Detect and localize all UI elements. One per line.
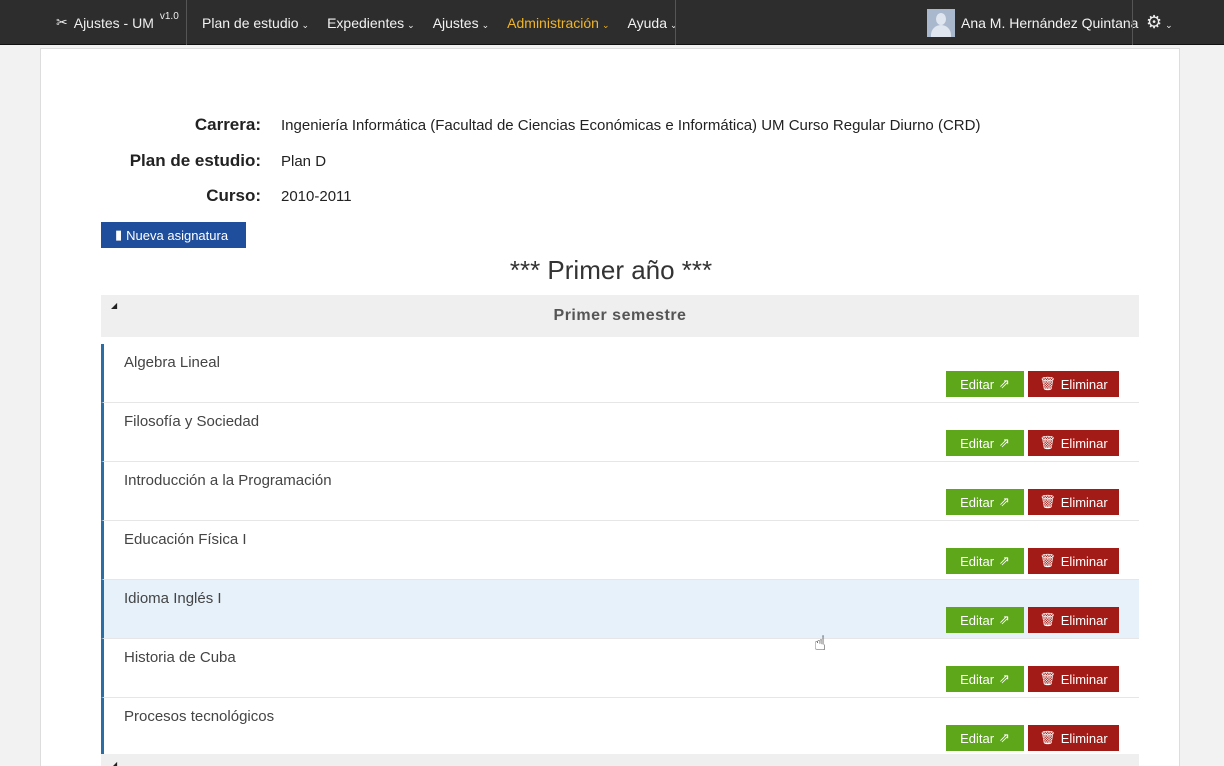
semester-header-next[interactable]: ◢ [101,754,1139,766]
share-icon: ⇗ [999,730,1010,745]
trash-icon: 🗑 [1039,553,1056,568]
user-name: Ana M. Hernández Quintana [961,14,1139,31]
delete-button[interactable]: 🗑 Eliminar [1028,666,1119,692]
menu-label: Ayuda [627,14,667,31]
share-icon: ⇗ [999,494,1010,509]
subject-row: Filosofía y Sociedad Editar ⇗ 🗑 Eliminar [101,403,1139,462]
share-icon: ⇗ [999,435,1010,450]
semester-title: Primer semestre [553,307,687,324]
version-label: v1.0 [159,11,179,22]
edit-button[interactable]: Editar ⇗ [946,607,1024,633]
collapse-triangle-icon[interactable]: ◢ [111,760,117,766]
menu-expedientes[interactable]: Expedientes ⌄ [327,0,415,45]
plan-label: Plan de estudio: [129,151,261,170]
subject-name: Idioma Inglés I [124,590,222,607]
menu-ajustes[interactable]: Ajustes ⌄ [433,0,489,45]
trash-icon: 🗑 [1039,671,1056,686]
edit-button[interactable]: Editar ⇗ [946,489,1024,515]
year-title: *** Primer año *** [509,255,713,285]
chevron-down-icon: ⌄ [407,20,415,30]
trash-icon: 🗑 [1039,376,1056,391]
share-icon: ⇗ [999,553,1010,568]
subject-row: Educación Física I Editar ⇗ 🗑 Eliminar [101,521,1139,580]
plan-row: Plan de estudio: Plan D [101,151,326,171]
curso-row: Curso: 2010-2011 [101,186,352,206]
carrera-row: Carrera: Ingeniería Informática (Faculta… [101,115,981,135]
share-icon: ⇗ [999,671,1010,686]
plan-value: Plan D [281,152,327,170]
subject-name: Educación Física I [124,531,247,548]
subject-row: Historia de Cuba Editar ⇗ 🗑 Eliminar [101,639,1139,698]
subject-row: Idioma Inglés I Editar ⇗ 🗑 Eliminar [101,580,1139,639]
delete-button[interactable]: 🗑 Eliminar [1028,725,1119,751]
edit-button[interactable]: Editar ⇗ [946,725,1024,751]
nav-divider [675,0,676,45]
nav-divider [186,0,187,45]
content-panel: Carrera: Ingeniería Informática (Faculta… [40,48,1180,766]
menu-ayuda[interactable]: Ayuda ⌄ [628,0,678,45]
subject-name: Filosofía y Sociedad [124,413,260,430]
subject-name: Algebra Lineal [124,354,220,371]
curso-value: 2010-2011 [281,187,352,205]
brand[interactable]: ✂ Ajustes - UM v1.0 [56,0,179,45]
trash-icon: 🗑 [1039,612,1056,627]
avatar [927,8,955,37]
edit-button[interactable]: Editar ⇗ [946,371,1024,397]
brand-name: Ajustes - UM [73,14,154,31]
share-icon: ⇗ [999,612,1010,627]
chevron-down-icon: ⌄ [481,20,490,30]
new-subject-label: Nueva asignatura [126,227,229,243]
subject-name: Procesos tecnológicos [124,708,275,725]
menu-plan-de-estudio[interactable]: Plan de estudio ⌄ [202,0,309,45]
gear-icon: ⚙ [1146,12,1163,32]
edit-button[interactable]: Editar ⇗ [946,548,1024,574]
menu-label: Expedientes [327,14,405,31]
subject-row: Algebra Lineal Editar ⇗ 🗑 Eliminar [101,344,1139,403]
hand-cursor-icon: ☝ [814,633,827,655]
chevron-down-icon: ⌄ [669,20,678,30]
chevron-down-icon: ⌄ [1165,20,1173,30]
share-icon: ⇗ [999,376,1010,391]
document-icon: ▮ [115,227,123,242]
subject-row: Procesos tecnológicos Editar ⇗ 🗑 Eliminar [101,698,1139,757]
nav-divider [1132,0,1133,45]
delete-button[interactable]: 🗑 Eliminar [1028,430,1119,456]
scissors-icon: ✂ [56,14,68,30]
top-navbar: ✂ Ajustes - UM v1.0 Plan de estudio ⌄ Exp… [0,0,1224,45]
delete-button[interactable]: 🗑 Eliminar [1028,548,1119,574]
chevron-down-icon: ⌄ [601,20,610,30]
user-menu[interactable]: Ana M. Hernández Quintana [927,0,1138,45]
main-menu: Plan de estudio ⌄ Expedientes ⌄ Ajustes ⌄ A… [202,0,696,45]
new-subject-button[interactable]: ▮ Nueva asignatura [101,222,246,248]
menu-label: Ajustes [432,14,479,31]
menu-administracion[interactable]: Administración ⌄ [507,0,609,45]
subject-name: Historia de Cuba [124,649,236,666]
menu-label: Administración [507,14,599,31]
delete-button[interactable]: 🗑 Eliminar [1028,371,1119,397]
settings-menu[interactable]: ⚙ ⌄ [1146,0,1173,45]
carrera-label: Carrera: [194,115,261,134]
trash-icon: 🗑 [1039,494,1056,509]
edit-button[interactable]: Editar ⇗ [946,430,1024,456]
menu-label: Plan de estudio [202,14,299,31]
delete-button[interactable]: 🗑 Eliminar [1028,607,1119,633]
trash-icon: 🗑 [1039,730,1056,745]
edit-button[interactable]: Editar ⇗ [946,666,1024,692]
carrera-value: Ingeniería Informática (Facultad de Cien… [281,116,981,134]
subject-row: Introducción a la Programación Editar ⇗ 🗑… [101,462,1139,521]
trash-icon: 🗑 [1039,435,1056,450]
chevron-down-icon: ⌄ [301,20,310,30]
delete-button[interactable]: 🗑 Eliminar [1028,489,1119,515]
semester-header[interactable]: ◢ Primer semestre [101,295,1139,337]
curso-label: Curso: [206,186,261,205]
subject-name: Introducción a la Programación [124,472,332,489]
